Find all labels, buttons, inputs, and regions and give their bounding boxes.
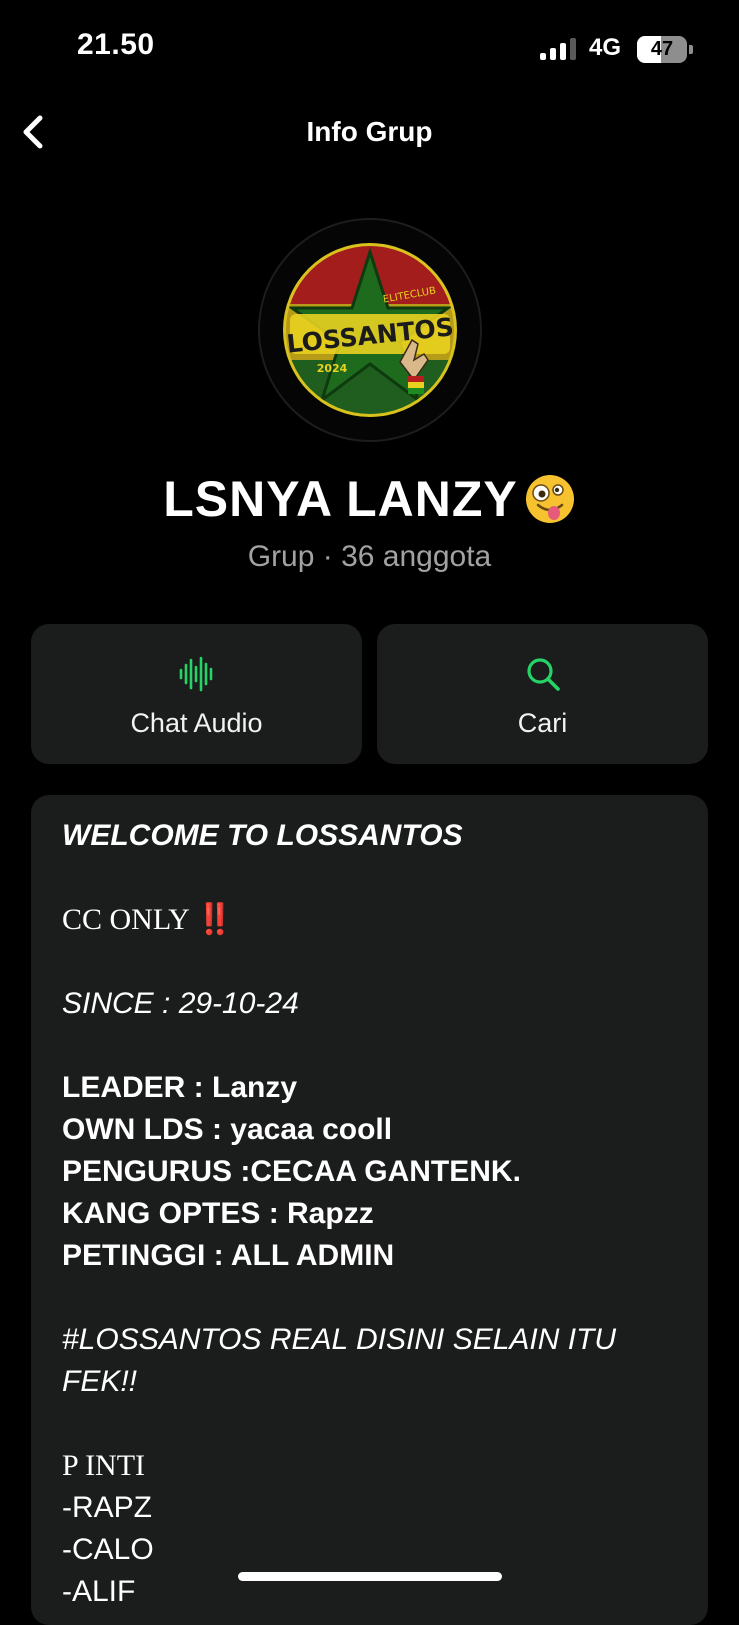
description-line: P INTI [62, 1449, 146, 1482]
description-line: #LOSSANTOS REAL DISINI SELAIN ITU [62, 1323, 617, 1356]
description-line: -CALO [62, 1533, 154, 1566]
description-line [62, 1277, 682, 1319]
nav-bar: Info Grup [0, 100, 739, 164]
description-line: LEADER : Lanzy [62, 1071, 298, 1104]
signal-icon [540, 38, 576, 60]
lossantos-logo-icon: LOSSANTOS ELITECLUB 2024 [283, 243, 457, 417]
description-line [62, 1403, 682, 1445]
group-name: LSNYA LANZY [163, 471, 518, 527]
home-indicator[interactable] [238, 1572, 502, 1581]
group-name-row: LSNYA LANZY [0, 470, 739, 528]
status-bar: 21.50 4G 47 [0, 0, 739, 100]
audio-waveform-icon [179, 656, 212, 692]
description-line: KANG OPTES : Rapzz [62, 1197, 374, 1230]
description-line: PENGURUS :CECAA GANTENK. [62, 1155, 521, 1188]
description-line: CC ONLY ‼️ [62, 903, 234, 936]
status-time: 21.50 [77, 28, 155, 61]
svg-text:2024: 2024 [317, 362, 348, 375]
group-description-card: WELCOME TO LOSSANTOS CC ONLY ‼️ SINCE : … [31, 795, 708, 1625]
group-description: WELCOME TO LOSSANTOS CC ONLY ‼️ SINCE : … [62, 815, 682, 1613]
page-title: Info Grup [306, 116, 433, 147]
description-line [62, 857, 682, 899]
description-line [62, 941, 682, 983]
description-line: PETINGGI : ALL ADMIN [62, 1239, 395, 1272]
description-line [62, 1025, 682, 1067]
search-icon [526, 658, 560, 691]
description-line: WELCOME TO LOSSANTOS [62, 819, 463, 852]
zany-face-emoji-icon [525, 475, 574, 523]
search-label: Cari [517, 708, 568, 738]
description-line: SINCE : 29-10-24 [62, 987, 299, 1020]
battery-level: 47 [650, 38, 674, 60]
search-button[interactable]: Cari [377, 624, 708, 764]
description-line: -RAPZ [62, 1491, 152, 1524]
chat-audio-label: Chat Audio [130, 708, 263, 738]
group-avatar[interactable]: LOSSANTOS ELITECLUB 2024 [258, 218, 482, 442]
description-line: FEK!! [62, 1365, 138, 1398]
group-member-count: Grup · 36 anggota [247, 540, 492, 573]
battery-icon: 47 [637, 36, 693, 63]
chat-audio-button[interactable]: Chat Audio [31, 624, 362, 764]
description-line: OWN LDS : yacaa cooll [62, 1113, 393, 1146]
network-type: 4G [589, 34, 622, 61]
